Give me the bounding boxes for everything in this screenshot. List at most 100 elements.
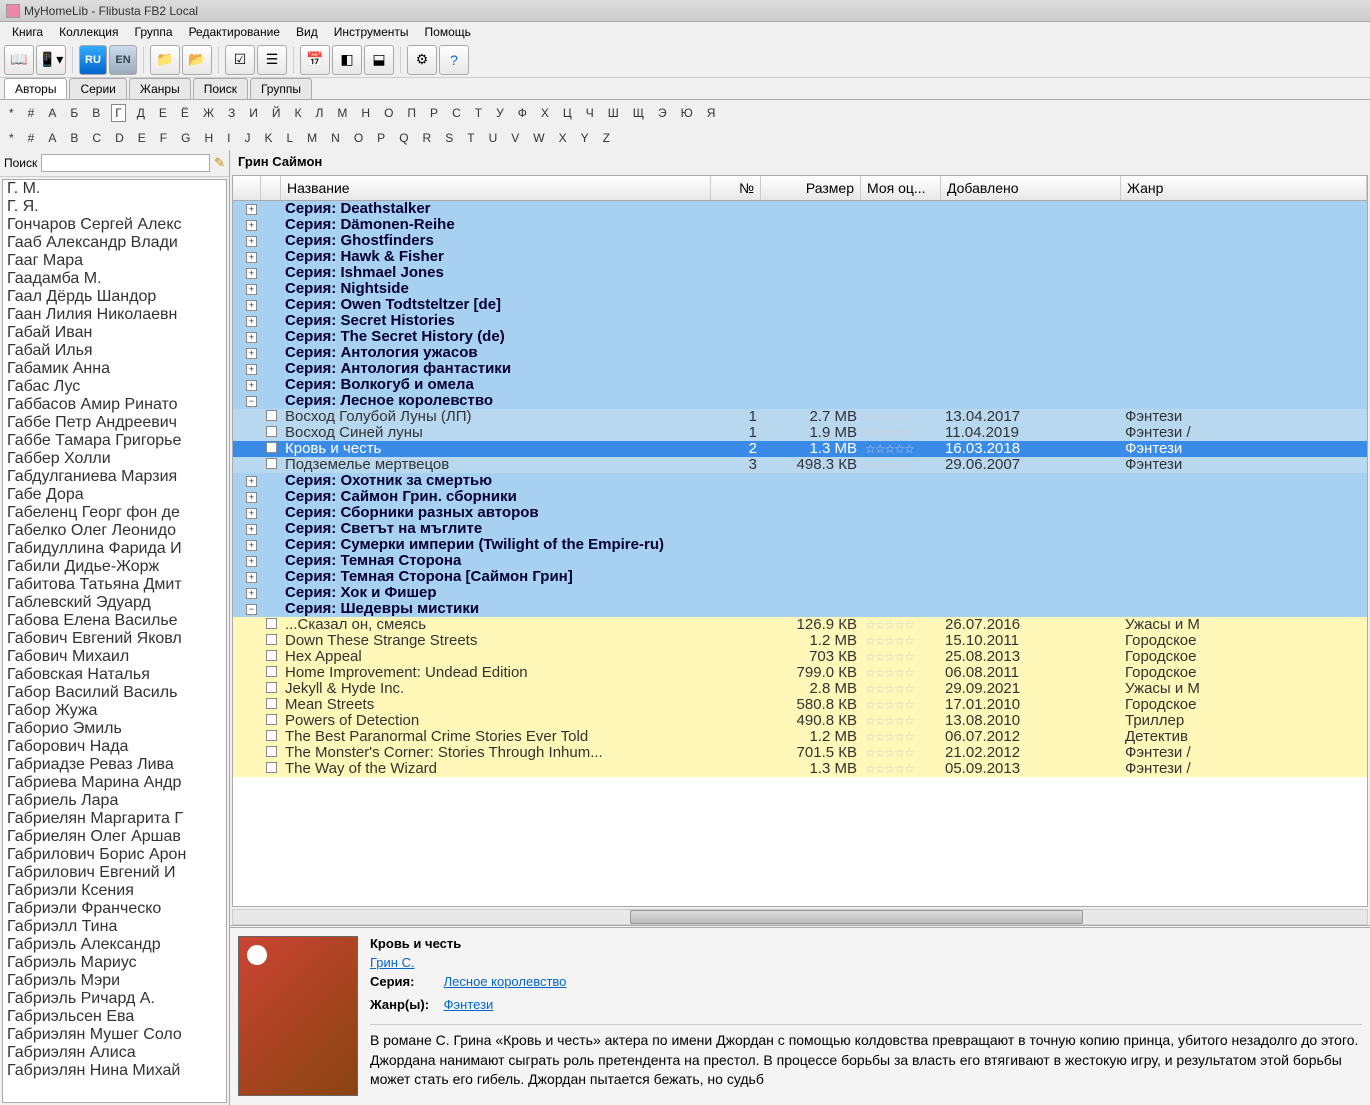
alpha-J[interactable]: J <box>241 130 253 146</box>
lang-ru-button[interactable]: RU <box>79 45 107 75</box>
book-row[interactable]: Восход Голубой Луны (ЛП)12.7 MB☆☆☆☆☆13.0… <box>233 409 1367 425</box>
author-item[interactable]: Габрилович Борис Арон <box>3 846 226 864</box>
alpha-U[interactable]: U <box>486 130 501 146</box>
checkbox[interactable] <box>266 650 277 661</box>
alpha-С[interactable]: С <box>449 105 464 121</box>
alpha-E[interactable]: E <box>135 130 149 146</box>
author-item[interactable]: Габриэлян Мушег Соло <box>3 1026 226 1044</box>
series-row[interactable]: +Серия: Deathstalker <box>233 201 1367 217</box>
stars-icon[interactable]: ☆☆☆☆☆ <box>865 762 914 776</box>
alpha-L[interactable]: L <box>283 130 296 146</box>
author-item[interactable]: Габбе Тамара Григорье <box>3 432 226 450</box>
author-item[interactable]: Габеленц Георг фон де <box>3 504 226 522</box>
alpha-К[interactable]: К <box>292 105 305 121</box>
folder-icon[interactable]: 📁 <box>150 45 180 75</box>
genre-link[interactable]: Фэнтези <box>444 997 494 1012</box>
author-item[interactable]: Габор Василий Василь <box>3 684 226 702</box>
lang-en-button[interactable]: EN <box>109 45 137 75</box>
author-item[interactable]: Гаал Дёрдь Шандор <box>3 288 226 306</box>
side-panel-icon[interactable]: ◧ <box>332 45 362 75</box>
alpha-T[interactable]: T <box>464 130 477 146</box>
author-item[interactable]: Габорио Эмиль <box>3 720 226 738</box>
series-row[interactable]: −Серия: Шедевры мистики <box>233 601 1367 617</box>
series-row[interactable]: +Серия: The Secret History (de) <box>233 329 1367 345</box>
help-icon[interactable]: ? <box>439 45 469 75</box>
book-row[interactable]: Home Improvement: Undead Edition799.0 КВ… <box>233 665 1367 681</box>
series-link[interactable]: Лесное королевство <box>444 974 567 989</box>
alpha-*[interactable]: * <box>6 105 17 121</box>
alpha-Ф[interactable]: Ф <box>515 105 530 121</box>
author-item[interactable]: Габриэли Ксения <box>3 882 226 900</box>
book-row[interactable]: ...Сказал он, смеясь126.9 КВ☆☆☆☆☆26.07.2… <box>233 617 1367 633</box>
author-item[interactable]: Габили Дидье-Жорж <box>3 558 226 576</box>
alpha-A[interactable]: A <box>45 130 59 146</box>
author-item[interactable]: Габриэлл Тина <box>3 918 226 936</box>
menu-book[interactable]: Книга <box>4 23 51 41</box>
checkbox[interactable] <box>266 714 277 725</box>
bottom-panel-icon[interactable]: ⬓ <box>364 45 394 75</box>
alpha-Й[interactable]: Й <box>269 105 284 121</box>
alpha-Т[interactable]: Т <box>472 105 485 121</box>
author-item[interactable]: Габе Дора <box>3 486 226 504</box>
expander-icon[interactable]: + <box>246 252 257 263</box>
alpha-O[interactable]: O <box>351 130 366 146</box>
author-item[interactable]: Габриэлян Нина Михай <box>3 1062 226 1080</box>
alpha-G[interactable]: G <box>178 130 193 146</box>
alpha-У[interactable]: У <box>493 105 507 121</box>
alpha-З[interactable]: З <box>225 105 238 121</box>
col-expand[interactable] <box>233 176 261 200</box>
author-item[interactable]: Габидуллина Фарида И <box>3 540 226 558</box>
author-item[interactable]: Габриэль Мариус <box>3 954 226 972</box>
series-row[interactable]: +Серия: Темная Сторона [Саймон Грин] <box>233 569 1367 585</box>
menu-collection[interactable]: Коллекция <box>51 23 126 41</box>
search-input[interactable] <box>41 154 210 172</box>
author-item[interactable]: Г. М. <box>3 180 226 198</box>
folder-star-icon[interactable]: 📂 <box>182 45 212 75</box>
expander-icon[interactable]: + <box>246 524 257 535</box>
stars-icon[interactable]: ☆☆☆☆☆ <box>865 618 914 632</box>
gear-icon[interactable]: ⚙ <box>407 45 437 75</box>
author-item[interactable]: Габор Жужа <box>3 702 226 720</box>
stars-icon[interactable]: ☆☆☆☆☆ <box>865 714 914 728</box>
alpha-V[interactable]: V <box>508 130 522 146</box>
alpha-В[interactable]: В <box>89 105 103 121</box>
book-row[interactable]: Подземелье мертвецов3498.3 КВ☆☆☆☆☆29.06.… <box>233 457 1367 473</box>
checkbox[interactable] <box>266 730 277 741</box>
checkbox[interactable] <box>266 458 277 469</box>
book-row[interactable]: Jekyll & Hyde Inc.2.8 MB☆☆☆☆☆29.09.2021У… <box>233 681 1367 697</box>
author-item[interactable]: Г. Я. <box>3 198 226 216</box>
expander-icon[interactable]: + <box>246 364 257 375</box>
author-item[interactable]: Габриелян Маргарита Г <box>3 810 226 828</box>
expander-icon[interactable]: + <box>246 316 257 327</box>
clear-icon[interactable]: ✎ <box>214 155 225 171</box>
alpha-Ц[interactable]: Ц <box>560 105 575 121</box>
alpha-S[interactable]: S <box>442 130 456 146</box>
alpha-W[interactable]: W <box>530 130 547 146</box>
author-item[interactable]: Гаадамба М. <box>3 270 226 288</box>
alpha-Щ[interactable]: Щ <box>630 105 647 121</box>
stars-icon[interactable]: ☆☆☆☆☆ <box>865 666 914 680</box>
menu-edit[interactable]: Редактирование <box>181 23 288 41</box>
expander-icon[interactable]: + <box>246 284 257 295</box>
author-item[interactable]: Габриэли Франческо <box>3 900 226 918</box>
expander-icon[interactable]: + <box>246 204 257 215</box>
series-row[interactable]: +Серия: Антология фантастики <box>233 361 1367 377</box>
author-item[interactable]: Габриэль Мэри <box>3 972 226 990</box>
author-item[interactable]: Гаан Лилия Николаевн <box>3 306 226 324</box>
series-row[interactable]: +Серия: Ghostfinders <box>233 233 1367 249</box>
author-item[interactable]: Габорович Нада <box>3 738 226 756</box>
tab-Серии[interactable]: Серии <box>69 78 126 99</box>
tab-Поиск[interactable]: Поиск <box>193 78 248 99</box>
series-row[interactable]: +Серия: Темная Сторона <box>233 553 1367 569</box>
checkbox[interactable] <box>266 426 277 437</box>
author-item[interactable]: Габай Иван <box>3 324 226 342</box>
series-row[interactable]: +Серия: Светът на мъглите <box>233 521 1367 537</box>
checkbox[interactable] <box>266 698 277 709</box>
alpha-Х[interactable]: Х <box>538 105 552 121</box>
book-view-icon[interactable]: 📖 <box>4 45 34 75</box>
expander-icon[interactable]: + <box>246 348 257 359</box>
alpha-П[interactable]: П <box>404 105 419 121</box>
calendar-icon[interactable]: 📅 <box>300 45 330 75</box>
alpha-Ж[interactable]: Ж <box>200 105 217 121</box>
col-num[interactable]: № <box>711 176 761 200</box>
